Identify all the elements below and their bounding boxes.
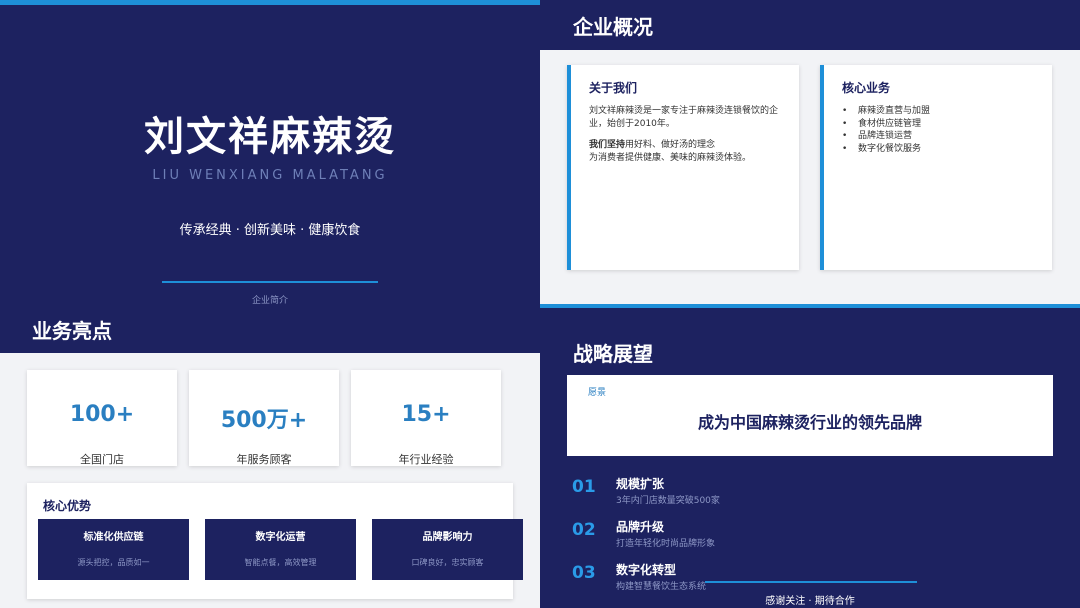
advantage-tile-supply-chain: 标准化供应链 源头把控，品质如一 xyxy=(38,519,189,580)
overview-header: 企业概况 xyxy=(540,0,1080,50)
vision-tag: 愿景 xyxy=(588,388,607,398)
step-title: 数字化转型 xyxy=(616,563,677,577)
bullet-icon: • xyxy=(842,106,848,116)
list-item: • 食材供应链管理 xyxy=(842,118,922,129)
list-item: • 数字化餐饮服务 xyxy=(842,143,922,154)
overview-slide: 企业概况 关于我们 刘文祥麻辣烫是一家专注于麻辣烫连锁餐饮的企业，始创于2010… xyxy=(540,0,1080,304)
bullet-icon: • xyxy=(842,143,848,154)
about-us-emphasis: 我们坚持 xyxy=(589,140,626,150)
advantage-title: 品牌影响力 xyxy=(422,532,473,543)
strategy-step-1: 01 规模扩张 3年内门店数量突破500家 xyxy=(572,475,872,515)
about-us-philosophy: 用好料、做好汤的理念 xyxy=(625,140,716,150)
step-number: 02 xyxy=(572,520,596,540)
cover-divider-line xyxy=(162,281,378,283)
step-desc: 3年内门店数量突破500家 xyxy=(616,496,720,506)
advantage-title: 标准化供应链 xyxy=(83,532,144,543)
company-english-name: LIU WENXIANG MALATANG xyxy=(152,168,388,183)
stat-label: 全国门店 xyxy=(80,453,124,466)
stat-card-stores: 100+ 全国门店 xyxy=(27,370,177,466)
advantage-desc: 口碑良好，忠实顾客 xyxy=(411,558,484,567)
strategy-section-title: 战略展望 xyxy=(573,342,653,366)
cover-caption: 企业简介 xyxy=(251,296,288,306)
step-desc: 打造年轻化时尚品牌形象 xyxy=(616,539,716,549)
step-title: 规模扩张 xyxy=(616,477,665,491)
core-business-card: 核心业务 • 麻辣烫直营与加盟 • 食材供应链管理 • 品牌连锁运营 • 数字化餐饮服务 xyxy=(820,65,1052,270)
strategy-slide: 战略展望 愿景 成为中国麻辣烫行业的领先品牌 01 规模扩张 3年内门店数量突破… xyxy=(540,308,1080,608)
vision-card: 愿景 成为中国麻辣烫行业的领先品牌 xyxy=(567,375,1053,456)
step-number: 03 xyxy=(572,563,596,583)
advantage-title: 数字化运营 xyxy=(255,532,306,543)
advantage-desc: 智能点餐，高效管理 xyxy=(244,558,317,567)
strategy-step-2: 02 品牌升级 打造年轻化时尚品牌形象 xyxy=(572,518,872,558)
closing-divider-line xyxy=(705,581,917,583)
stat-value: 500万+ xyxy=(220,408,308,433)
cover-top-accent-bar xyxy=(0,0,540,5)
highlights-slide: 100+ 全国门店 500万+ 年服务顾客 15+ 年行业经验 核心优势 标准化… xyxy=(0,353,540,608)
about-us-card: 关于我们 刘文祥麻辣烫是一家专注于麻辣烫连锁餐饮的企业，始创于2010年。 我们… xyxy=(567,65,799,270)
list-item: • 品牌连锁运营 xyxy=(842,131,913,141)
stat-value: 100+ xyxy=(69,402,135,427)
vision-statement: 成为中国麻辣烫行业的领先品牌 xyxy=(697,413,922,432)
cover-slide: 刘文祥麻辣烫 LIU WENXIANG MALATANG 传承经典 · 创新美味… xyxy=(0,0,540,353)
highlights-section-title: 业务亮点 xyxy=(32,319,112,343)
advantage-tile-digital: 数字化运营 智能点餐，高效管理 xyxy=(205,519,356,580)
overview-section-title: 企业概况 xyxy=(573,15,653,39)
about-us-paragraph-2: 我们坚持用好料、做好汤的理念为消费者提供健康、美味的麻辣烫体验。 xyxy=(589,139,784,165)
about-us-heading: 关于我们 xyxy=(589,81,638,95)
stat-label: 年行业经验 xyxy=(398,453,454,466)
stat-value: 15+ xyxy=(401,402,451,427)
bullet-icon: • xyxy=(842,118,848,129)
closing-thanks: 感谢关注 · 期待合作 xyxy=(765,596,855,607)
stat-card-customers: 500万+ 年服务顾客 xyxy=(189,370,339,466)
stat-card-experience: 15+ 年行业经验 xyxy=(351,370,501,466)
step-number: 01 xyxy=(572,477,596,497)
advantage-desc: 源头把控，品质如一 xyxy=(77,558,150,567)
about-us-mission: 为消费者提供健康、美味的麻辣烫体验。 xyxy=(589,153,752,163)
company-slogan: 传承经典 · 创新美味 · 健康饮食 xyxy=(179,223,361,238)
company-title: 刘文祥麻辣烫 xyxy=(144,114,396,160)
core-advantages-heading: 核心优势 xyxy=(43,499,92,513)
step-desc: 构建智慧餐饮生态系统 xyxy=(616,582,707,592)
stat-label: 年服务顾客 xyxy=(236,453,292,466)
core-business-heading: 核心业务 xyxy=(842,81,891,95)
bullet-icon: • xyxy=(842,131,848,141)
advantage-tile-brand: 品牌影响力 口碑良好，忠实顾客 xyxy=(372,519,523,580)
core-business-list: • 麻辣烫直营与加盟 • 食材供应链管理 • 品牌连锁运营 • 数字化餐饮服务 xyxy=(842,105,930,155)
about-us-paragraph-1: 刘文祥麻辣烫是一家专注于麻辣烫连锁餐饮的企业，始创于2010年。 xyxy=(589,106,779,129)
step-title: 品牌升级 xyxy=(616,520,665,534)
list-item: • 麻辣烫直营与加盟 xyxy=(842,106,931,116)
